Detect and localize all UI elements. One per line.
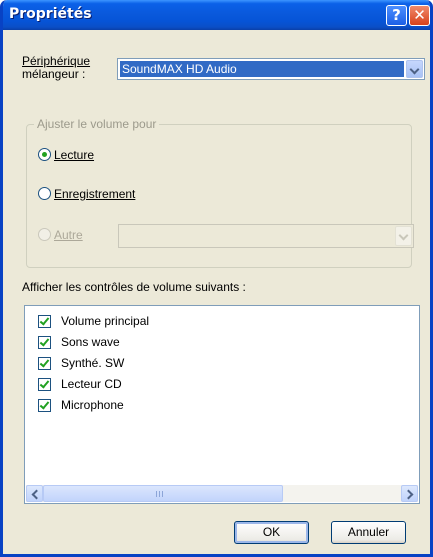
checkbox-checked-icon[interactable] bbox=[38, 336, 51, 349]
controls-heading: Afficher les contrôles de volume suivant… bbox=[22, 280, 246, 294]
list-item-label: Microphone bbox=[61, 398, 124, 412]
properties-dialog: Propriétés ? ✕ Périphérique mélangeur : … bbox=[0, 0, 433, 557]
list-item-label: Volume principal bbox=[61, 314, 150, 328]
mixer-device-label-line1: Périphérique bbox=[22, 54, 91, 68]
scrollbar-thumb[interactable] bbox=[43, 485, 283, 502]
checkbox-checked-icon[interactable] bbox=[38, 378, 51, 391]
horizontal-scrollbar[interactable] bbox=[26, 485, 418, 502]
autre-device-select bbox=[118, 224, 414, 248]
radio-enregistrement[interactable] bbox=[38, 187, 51, 200]
radio-autre bbox=[38, 228, 51, 241]
question-mark-icon: ? bbox=[392, 6, 401, 24]
volume-controls-list[interactable]: Volume principal Sons wave Synthé. SW Le… bbox=[24, 305, 420, 504]
checkbox-checked-icon[interactable] bbox=[38, 399, 51, 412]
mixer-device-select[interactable]: SoundMAX HD Audio bbox=[117, 58, 425, 80]
chevron-left-icon[interactable] bbox=[26, 485, 43, 502]
help-button[interactable]: ? bbox=[386, 5, 407, 26]
mixer-device-label-line2: mélangeur : bbox=[22, 67, 86, 81]
chevron-right-icon[interactable] bbox=[401, 485, 418, 502]
mixer-device-value: SoundMAX HD Audio bbox=[120, 61, 404, 77]
checkbox-checked-icon[interactable] bbox=[38, 357, 51, 370]
list-item-label: Lecteur CD bbox=[61, 377, 122, 391]
mixer-device-label: Périphérique mélangeur : bbox=[22, 55, 90, 81]
chevron-down-icon[interactable] bbox=[406, 60, 423, 78]
cancel-button[interactable]: Annuler bbox=[331, 521, 406, 544]
list-item-label: Sons wave bbox=[61, 335, 120, 349]
radio-lecture-label: Lecture bbox=[54, 148, 95, 162]
close-button[interactable]: ✕ bbox=[409, 5, 430, 26]
close-icon: ✕ bbox=[413, 6, 426, 24]
radio-lecture[interactable] bbox=[38, 148, 51, 161]
grip-icon bbox=[156, 491, 165, 497]
checkbox-checked-icon[interactable] bbox=[38, 315, 51, 328]
chevron-down-icon bbox=[395, 226, 412, 246]
radio-enregistrement-label: Enregistrement bbox=[54, 187, 136, 201]
volume-group-legend: Ajuster le volume pour bbox=[34, 118, 160, 131]
radio-autre-label: Autre bbox=[54, 228, 83, 242]
title-bar[interactable]: Propriétés ? ✕ bbox=[3, 0, 430, 30]
ok-button[interactable]: OK bbox=[234, 521, 309, 544]
list-item-label: Synthé. SW bbox=[61, 356, 125, 370]
window-title: Propriétés bbox=[9, 6, 92, 22]
